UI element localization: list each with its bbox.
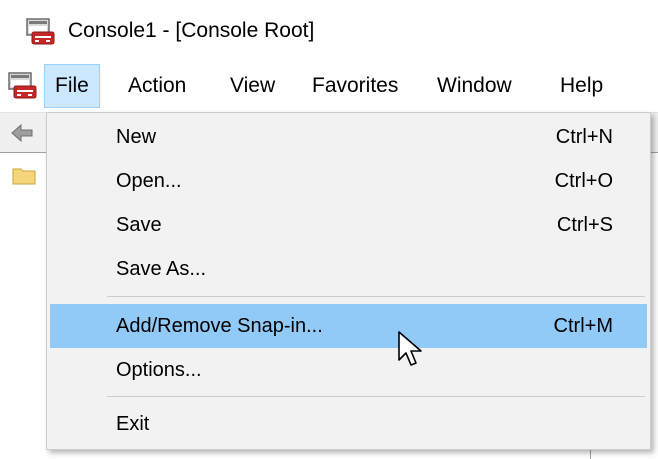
window-title: Console1 - [Console Root]	[68, 19, 315, 42]
menu-item-label: Open...	[116, 170, 182, 192]
back-arrow-icon[interactable]	[10, 123, 34, 143]
mmc-console-icon[interactable]	[8, 72, 38, 100]
menu-item-label: Options...	[116, 359, 202, 381]
menu-item-options[interactable]: Options...	[50, 348, 647, 392]
menu-item-shortcut: Ctrl+O	[554, 170, 613, 192]
menu-item-label: New	[116, 126, 157, 148]
menu-help[interactable]: Help	[550, 64, 613, 108]
folder-icon[interactable]	[12, 165, 36, 185]
menu-bar: File Action View Favorites Window Help	[0, 62, 658, 112]
menu-item-open[interactable]: Open... Ctrl+O	[50, 159, 647, 203]
menu-window[interactable]: Window	[427, 64, 522, 108]
menu-separator	[107, 396, 645, 397]
menu-item-shortcut: Ctrl+M	[553, 315, 613, 337]
menu-item-add-remove-snap-in[interactable]: Add/Remove Snap-in... Ctrl+M	[50, 304, 647, 348]
mmc-window: Console1 - [Console Root] File Action Vi…	[0, 0, 658, 459]
menu-item-save-as[interactable]: Save As...	[50, 247, 647, 291]
title-bar: Console1 - [Console Root]	[0, 0, 658, 62]
menu-item-shortcut: Ctrl+N	[555, 126, 613, 148]
menu-item-label: Add/Remove Snap-in...	[116, 315, 323, 337]
menu-item-shortcut: Ctrl+S	[556, 214, 613, 236]
menu-item-save[interactable]: Save Ctrl+S	[50, 203, 647, 247]
menu-item-exit[interactable]: Exit	[50, 402, 647, 446]
mmc-console-icon	[26, 18, 55, 45]
menu-file[interactable]: File	[44, 64, 100, 108]
menu-view[interactable]: View	[220, 64, 285, 108]
menu-item-label: Exit	[116, 413, 150, 435]
mouse-pointer-icon	[398, 331, 422, 366]
menu-favorites[interactable]: Favorites	[302, 64, 408, 108]
menu-separator	[107, 296, 645, 297]
menu-action[interactable]: Action	[118, 64, 196, 108]
file-menu-dropdown: New Ctrl+N Open... Ctrl+O Save Ctrl+S Sa…	[46, 112, 651, 450]
menu-item-label: Save As...	[116, 258, 207, 280]
menu-item-label: Save	[116, 214, 162, 236]
menu-item-new[interactable]: New Ctrl+N	[50, 115, 647, 159]
